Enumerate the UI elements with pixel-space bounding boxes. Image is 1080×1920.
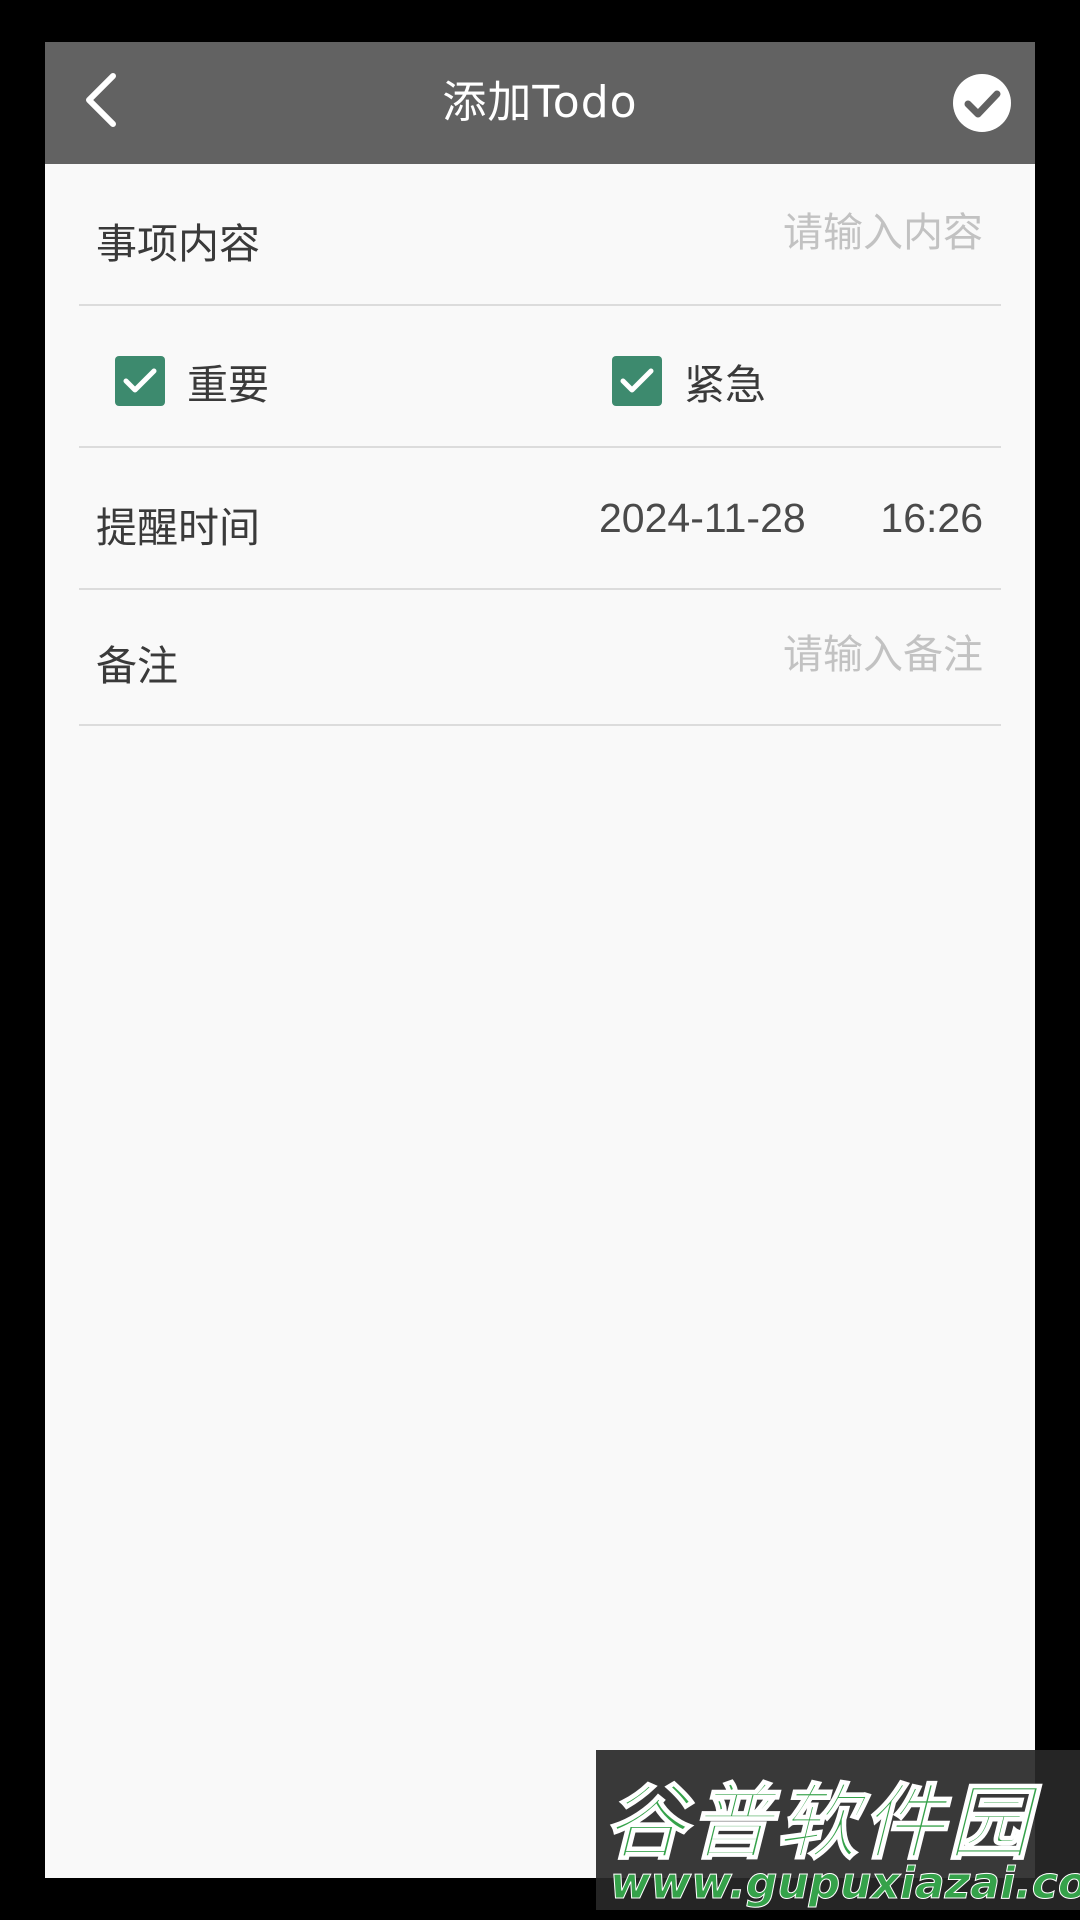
- reminder-row: 提醒时间 2024-11-28 16:26: [79, 448, 1001, 590]
- check-icon: [620, 368, 654, 393]
- app-screen: 添加Todo 事项内容 重要 紧急: [45, 42, 1035, 1878]
- urgent-checkbox[interactable]: 紧急: [612, 351, 766, 411]
- important-checkbox[interactable]: 重要: [115, 351, 269, 411]
- checkbox-checked[interactable]: [115, 356, 165, 406]
- confirm-button[interactable]: [951, 72, 1013, 134]
- note-input[interactable]: [563, 632, 983, 678]
- content-input[interactable]: [563, 210, 983, 256]
- watermark-logo: 谷普软件园 www.gupuxiazai.com: [596, 1750, 1080, 1910]
- important-label: 重要: [187, 361, 269, 409]
- note-label: 备注: [96, 642, 178, 690]
- reminder-label: 提醒时间: [96, 504, 260, 552]
- checkbox-checked[interactable]: [612, 356, 662, 406]
- flags-row: 重要 紧急: [79, 306, 1001, 448]
- content-label: 事项内容: [96, 220, 260, 268]
- reminder-time[interactable]: 16:26: [880, 495, 983, 542]
- reminder-date[interactable]: 2024-11-28: [599, 495, 806, 542]
- watermark-url: www.gupuxiazai.com: [610, 1858, 1080, 1910]
- urgent-label: 紧急: [684, 361, 766, 409]
- note-row: 备注: [79, 590, 1001, 726]
- check-icon: [123, 368, 157, 393]
- check-circle-icon: [953, 74, 1011, 132]
- page-title: 添加Todo: [442, 77, 638, 128]
- content-row: 事项内容: [79, 164, 1001, 306]
- top-app-bar: 添加Todo: [45, 42, 1035, 164]
